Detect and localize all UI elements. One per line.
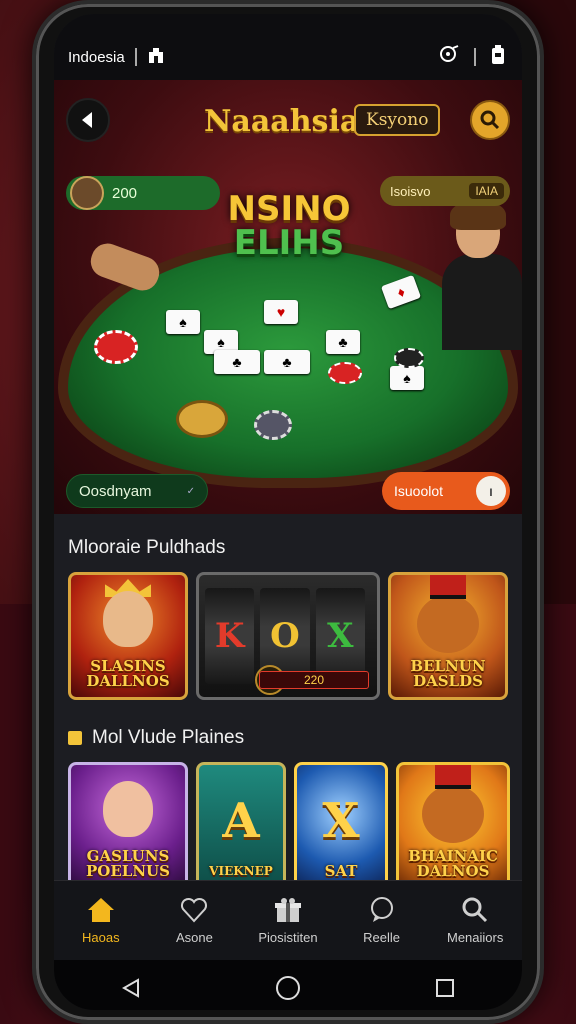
section-title-popular: Mlooraie Puldhads — [54, 514, 522, 564]
header-tag[interactable]: Ksyono — [354, 104, 441, 136]
casino-logo: NSINO ELIHS — [224, 176, 354, 276]
nav-label: Reelle — [363, 930, 400, 945]
balance-amount: 200 — [112, 184, 138, 202]
game-card[interactable]: BHAINAIC DALNOS — [396, 762, 510, 890]
game-title: SLASINS DALLNOS — [86, 657, 170, 690]
slot-reel: X — [315, 588, 365, 684]
games-row-1: SLASINS DALLNOS K O X 220 BELNUN DASLDS — [54, 564, 522, 704]
character-art — [103, 781, 153, 837]
game-title: VIEKNEP — [209, 864, 273, 878]
back-arrow-icon — [82, 112, 92, 128]
game-title: BHAINAIC DALNOS — [408, 847, 498, 880]
jackpot-value: 220 — [259, 671, 369, 689]
chip-stack — [328, 362, 362, 384]
nav-label: Asone — [175, 930, 213, 945]
game-card[interactable]: X SAT — [294, 762, 388, 890]
hero-banner: ♠ ♠ ♥ ♣ ♣ ♣ ♠ ♦ Naaahsia Ksyono 200 Isoi… — [54, 80, 522, 514]
coin-icon: ı — [476, 476, 506, 506]
logo-line2: ELIHS — [233, 223, 345, 263]
chat-icon — [370, 897, 393, 922]
playing-card: ♠ — [166, 310, 200, 334]
nav-item-favorites[interactable]: Asone — [149, 896, 239, 945]
home-circle-icon[interactable] — [275, 975, 301, 1006]
action-button[interactable]: Isuoolot ı — [382, 472, 510, 510]
playing-card: ♣ — [326, 330, 360, 354]
top-hat-icon — [430, 575, 466, 599]
heart-icon — [181, 897, 208, 923]
chip-stack — [94, 330, 138, 364]
lion-art — [422, 785, 484, 843]
system-nav-bar — [54, 960, 522, 1010]
game-card[interactable]: A VIEKNEP — [196, 762, 286, 890]
games-row-2: GASLUNS POELNUS A VIEKNEP X SAT BHAINAIC… — [54, 754, 522, 900]
nav-item-promotions[interactable]: Piosistiten — [243, 896, 333, 945]
nav-label: Piosistiten — [258, 930, 318, 945]
carrier-label: Indoesia — [68, 48, 125, 66]
playing-card: ♥ — [264, 300, 298, 324]
balance-right-badge: IAIA — [469, 183, 504, 199]
section-title-text: Mlooraie Puldhads — [68, 537, 226, 558]
app-title: Naaahsia — [204, 104, 360, 139]
avatar — [70, 176, 104, 210]
recents-square-icon[interactable] — [434, 977, 456, 1004]
game-letter: A — [222, 793, 260, 849]
logo-line1: NSINO — [227, 189, 351, 229]
dealer-figure — [422, 200, 522, 350]
top-hat-icon — [435, 765, 471, 789]
search-icon — [480, 110, 500, 130]
balance-chip-left[interactable]: 200 — [66, 176, 220, 210]
home-icon — [87, 898, 114, 922]
nav-label: Haoas — [82, 930, 120, 945]
phone-frame: Indoesia ♠ ♠ ♥ ♣ ♣ ♣ ♠ ♦ Naaahsia Ksyono… — [32, 0, 544, 1024]
status-divider — [134, 48, 137, 66]
app-screen: Indoesia ♠ ♠ ♥ ♣ ♣ ♣ ♠ ♦ Naaahsia Ksyono… — [54, 14, 522, 1010]
status-bar: Indoesia — [54, 14, 522, 80]
balance-chip-right[interactable]: Isoisvo IAIA — [380, 176, 510, 206]
game-card[interactable]: SLASINS DALLNOS — [68, 572, 188, 700]
search-icon — [462, 897, 488, 923]
crown-icon — [68, 731, 82, 745]
game-title: SAT — [324, 862, 358, 880]
section-title-text: Mol Vlude Plaines — [92, 727, 245, 748]
gold-chip — [176, 400, 228, 438]
playing-card: ♣ — [214, 350, 260, 374]
balance-right-label: Isoisvo — [390, 183, 431, 199]
lion-art — [417, 595, 479, 653]
chip-stack — [394, 348, 424, 368]
slot-reel: K — [205, 588, 255, 684]
game-title: BELNUN DASLDS — [410, 657, 486, 690]
gift-icon — [274, 898, 301, 922]
game-card[interactable]: BELNUN DASLDS — [388, 572, 508, 700]
lobby-label: Oosdnyam — [79, 482, 152, 500]
nav-item-menu[interactable]: Menaiiors — [430, 896, 520, 945]
back-button[interactable] — [66, 98, 110, 142]
playing-card: ♠ — [390, 366, 424, 390]
nav-item-chat[interactable]: Reelle — [337, 896, 427, 945]
section-title-new: Mol Vlude Plaines — [54, 704, 522, 754]
battery-icon — [490, 45, 506, 69]
location-icon — [438, 45, 460, 69]
game-card-slot[interactable]: K O X 220 — [196, 572, 380, 700]
nav-item-home[interactable]: Haoas — [56, 896, 146, 945]
store-icon — [147, 46, 165, 68]
playing-card: ♣ — [264, 350, 310, 374]
game-letter: X — [322, 793, 360, 849]
bottom-nav: Haoas Asone Piosistiten Reelle Menaiiors — [54, 880, 522, 960]
status-divider — [474, 48, 476, 66]
game-card[interactable]: GASLUNS POELNUS — [68, 762, 188, 890]
search-button[interactable] — [470, 100, 510, 140]
game-title: GASLUNS POELNUS — [86, 847, 170, 880]
action-label: Isuoolot — [394, 483, 444, 499]
nav-label: Menaiiors — [446, 930, 504, 945]
back-triangle-icon[interactable] — [120, 977, 142, 1004]
chip-stack — [254, 410, 292, 440]
chevron-down-icon: ✓ — [186, 485, 195, 497]
character-art — [103, 591, 153, 647]
lobby-dropdown[interactable]: Oosdnyam ✓ — [66, 474, 208, 508]
